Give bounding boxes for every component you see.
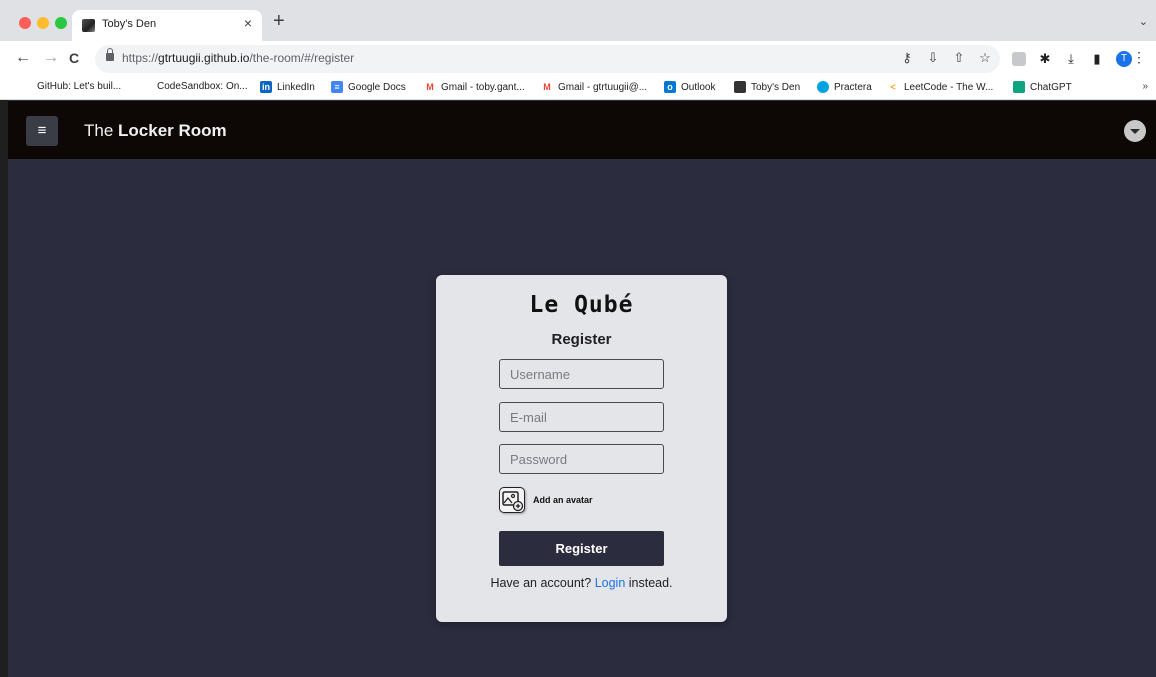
bookmark-leetcode[interactable]: < LeetCode - The W... xyxy=(887,81,993,93)
form-title: Register xyxy=(551,331,612,348)
leetcode-icon: < xyxy=(890,82,896,92)
url-text[interactable]: https://gtrtuugii.github.io/the-room/#/r… xyxy=(122,51,354,65)
new-tab-button[interactable]: + xyxy=(273,11,285,31)
practera-icon xyxy=(817,81,829,93)
close-window-button[interactable] xyxy=(19,17,31,29)
reload-button[interactable]: C xyxy=(69,49,79,67)
bookmark-outlook[interactable]: o Outlook xyxy=(664,81,715,93)
app-logo: Le Qubé xyxy=(529,292,634,318)
chatgpt-icon xyxy=(1013,81,1025,93)
bookmark-tobys-den[interactable]: Toby's Den xyxy=(734,81,800,93)
bookmark-github[interactable]: GitHub: Let's buil... xyxy=(37,81,121,92)
bookmark-star-icon[interactable]: ☆ xyxy=(978,50,992,66)
register-card: Le Qubé Register Add an avatar Register … xyxy=(436,275,727,622)
bookmark-gmail-2[interactable]: M Gmail - gtrtuugii@... xyxy=(541,81,647,93)
back-button[interactable]: ← xyxy=(15,49,31,67)
bookmark-practera[interactable]: Practera xyxy=(817,81,872,93)
image-add-glyph xyxy=(502,491,524,512)
outlook-icon: o xyxy=(664,81,676,93)
bookmark-chatgpt[interactable]: ChatGPT xyxy=(1013,81,1072,93)
login-prompt: Have an account? Login instead. xyxy=(490,576,673,590)
bookmark-google-docs[interactable]: ≡ Google Docs xyxy=(331,81,406,93)
bookmarks-bar: GitHub: Let's buil... CodeSandbox: On...… xyxy=(0,77,1156,100)
password-input[interactable] xyxy=(499,444,664,474)
side-panel-icon[interactable]: ▮ xyxy=(1090,52,1104,66)
gmail-icon: M xyxy=(543,82,551,92)
share-icon[interactable]: ⇧ xyxy=(952,50,966,66)
forward-button[interactable]: → xyxy=(43,49,59,67)
bookmark-codesandbox[interactable]: CodeSandbox: On... xyxy=(157,81,248,92)
minimize-window-button[interactable] xyxy=(37,17,49,29)
app-header: ≡ The Locker Room xyxy=(8,101,1156,159)
maximize-window-button[interactable] xyxy=(55,17,67,29)
app-brand[interactable]: The Locker Room xyxy=(84,121,227,141)
address-bar[interactable]: https://gtrtuugii.github.io/the-room/#/r… xyxy=(95,45,1000,73)
extensions-puzzle-icon[interactable]: ✱ xyxy=(1038,52,1052,66)
tab-search-chevron-icon[interactable]: ⌄ xyxy=(1139,15,1148,28)
email-input[interactable] xyxy=(499,402,664,432)
linkedin-icon: in xyxy=(260,81,272,93)
hamburger-menu-icon[interactable]: ≡ xyxy=(26,116,58,146)
install-app-icon[interactable]: ⇩ xyxy=(926,50,940,66)
add-avatar-label[interactable]: Add an avatar xyxy=(533,495,593,505)
lock-icon[interactable] xyxy=(106,48,114,61)
toolbar-actions: ✱ ⤓ ▮ T xyxy=(1012,51,1132,67)
register-button[interactable]: Register xyxy=(499,531,664,566)
browser-toolbar: ← → C https://gtrtuugii.github.io/the-ro… xyxy=(0,41,1156,77)
profile-avatar[interactable]: T xyxy=(1116,51,1132,67)
window-frame-edge xyxy=(0,0,8,677)
tobys-den-favicon-icon xyxy=(82,19,95,32)
login-link[interactable]: Login xyxy=(595,576,626,590)
downloads-icon[interactable]: ⤓ xyxy=(1064,52,1078,66)
browser-tab-strip: Toby's Den × + ⌄ xyxy=(0,0,1156,41)
bookmarks-overflow-icon[interactable]: » xyxy=(1142,81,1148,92)
bookmark-linkedin[interactable]: in LinkedIn xyxy=(260,81,315,93)
bookmark-gmail-1[interactable]: M Gmail - toby.gant... xyxy=(424,81,525,93)
google-docs-icon: ≡ xyxy=(331,81,343,93)
account-dropdown-icon[interactable] xyxy=(1124,120,1146,142)
username-input[interactable] xyxy=(499,359,664,389)
browser-menu-icon[interactable]: ⋮ xyxy=(1132,49,1146,66)
image-add-icon[interactable] xyxy=(499,487,525,513)
address-bar-actions: ⚷ ⇩ ⇧ ☆ xyxy=(900,50,992,66)
gmail-icon: M xyxy=(426,82,434,92)
tobys-den-icon xyxy=(734,81,746,93)
tab-close-icon[interactable]: × xyxy=(244,15,252,31)
add-avatar-button[interactable]: Add an avatar xyxy=(499,487,593,513)
tab-title: Toby's Den xyxy=(102,18,157,30)
browser-tab-active[interactable]: Toby's Den × xyxy=(72,10,262,41)
extension-icon[interactable] xyxy=(1012,52,1026,66)
password-key-icon[interactable]: ⚷ xyxy=(900,50,914,66)
